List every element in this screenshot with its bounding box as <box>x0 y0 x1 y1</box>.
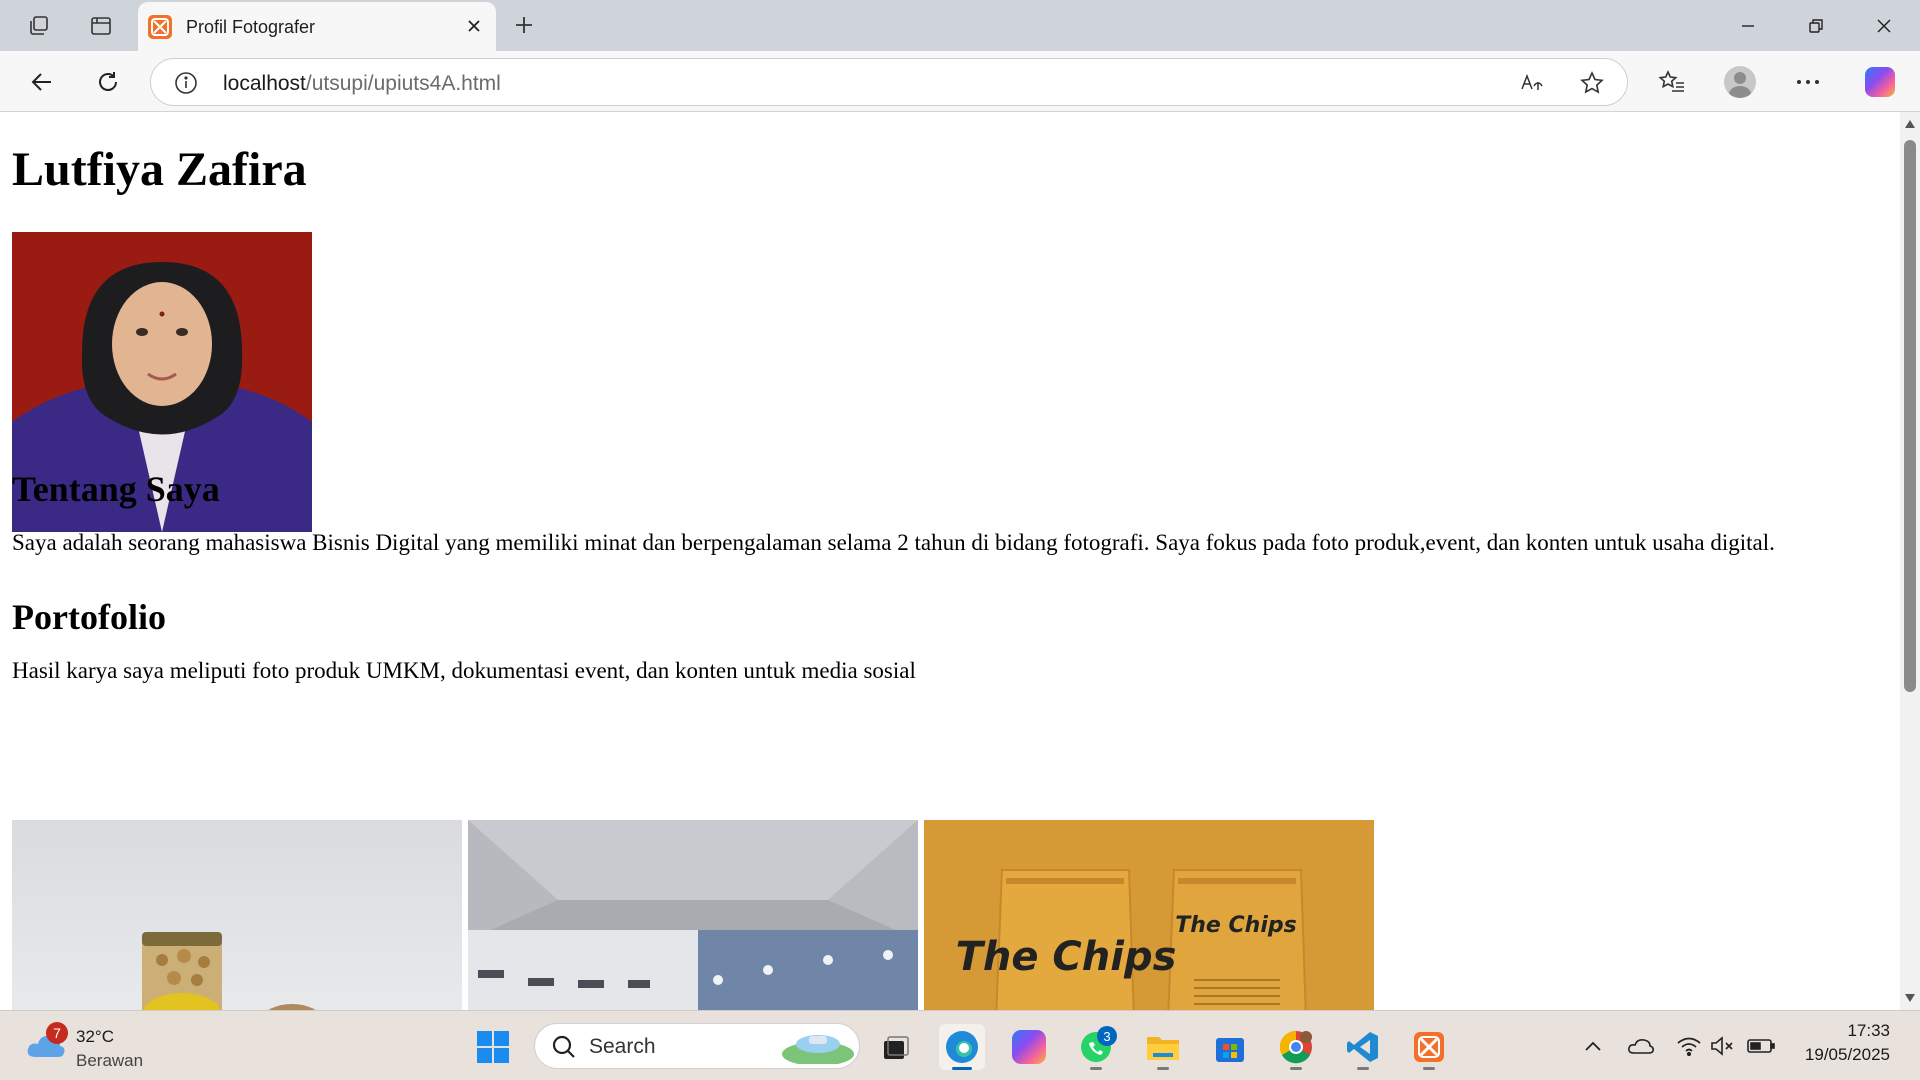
vscode-open-indicator <box>1357 1067 1369 1070</box>
read-aloud-translate-icon[interactable] <box>1517 68 1547 98</box>
file-explorer-taskbar-icon[interactable] <box>1140 1024 1186 1070</box>
explorer-open-indicator <box>1157 1067 1169 1070</box>
copilot-taskbar-icon[interactable] <box>1006 1024 1052 1070</box>
whatsapp-taskbar-icon[interactable]: 3 <box>1073 1024 1119 1070</box>
favorite-star-icon[interactable] <box>1577 68 1607 98</box>
scroll-thumb[interactable] <box>1904 140 1916 692</box>
new-tab-plus-icon[interactable] <box>508 8 540 42</box>
whatsapp-open-indicator <box>1090 1067 1102 1070</box>
minimize-icon[interactable] <box>1714 0 1782 51</box>
copilot-icon[interactable] <box>1860 62 1900 102</box>
close-window-icon[interactable] <box>1850 0 1918 51</box>
about-paragraph: Saya adalah seorang mahasiswa Bisnis Dig… <box>12 530 1775 555</box>
back-arrow-icon[interactable] <box>22 63 62 101</box>
xampp-open-indicator <box>1423 1067 1435 1070</box>
page-viewport: Lutfiya Zafira Tentang Saya Saya adalah … <box>0 112 1900 1010</box>
about-heading: Tentang Saya <box>12 469 220 509</box>
page-title: Lutfiya Zafira <box>12 143 307 196</box>
url-path: /utsupi/upiuts4A.html <box>305 72 501 95</box>
task-view-icon[interactable] <box>872 1024 918 1070</box>
restore-icon[interactable] <box>1782 0 1850 51</box>
tab-title: Profil Fotografer <box>186 17 316 37</box>
windows-taskbar: 7 32°C Berawan Search 3 17:33 19/05/2025 <box>0 1010 1920 1080</box>
whatsapp-unread-badge: 3 <box>1097 1026 1117 1046</box>
search-highlight-icon <box>782 1035 854 1064</box>
portfolio-chips-packaging-photo: The Chips The Chips <box>924 820 1374 1010</box>
search-icon <box>552 1035 575 1058</box>
address-bar[interactable]: localhost/utsupi/upiuts4A.html <box>150 58 1628 106</box>
chips-logo-label: The Chips <box>956 934 1177 980</box>
taskbar-search-box[interactable]: Search <box>534 1023 860 1069</box>
windows-start-icon[interactable] <box>470 1024 516 1070</box>
taskbar-clock-date[interactable]: 19/05/2025 <box>1790 1045 1890 1065</box>
tab-actions-icon[interactable] <box>84 10 118 42</box>
url-host: localhost <box>223 72 306 95</box>
tab-profil-fotografer[interactable]: Profil Fotografer <box>138 2 496 51</box>
xampp-favicon-icon <box>148 15 172 39</box>
favorites-list-icon[interactable] <box>1652 62 1692 102</box>
browser-toolbar: localhost/utsupi/upiuts4A.html <box>0 51 1920 112</box>
workspaces-icon[interactable] <box>22 10 56 42</box>
show-hidden-icons-chevron-icon[interactable] <box>1578 1031 1608 1061</box>
weather-widget[interactable]: 7 32°C Berawan <box>26 1017 156 1073</box>
profile-avatar-icon[interactable] <box>1720 62 1760 102</box>
chrome-taskbar-icon[interactable] <box>1273 1024 1319 1070</box>
url-text[interactable]: localhost/utsupi/upiuts4A.html <box>223 72 501 96</box>
edge-taskbar-icon[interactable] <box>939 1024 985 1070</box>
chips-logo-label-small: The Chips <box>1175 913 1296 938</box>
vscode-taskbar-icon[interactable] <box>1340 1024 1386 1070</box>
more-options-icon[interactable] <box>1788 62 1828 102</box>
weather-temperature: 32°C <box>76 1027 114 1046</box>
weather-description: Berawan <box>76 1051 144 1070</box>
browser-tab-bar: Profil Fotografer <box>0 0 1920 51</box>
site-info-icon[interactable] <box>173 70 199 96</box>
wifi-icon[interactable] <box>1674 1031 1704 1061</box>
edge-active-indicator <box>952 1067 972 1070</box>
refresh-icon[interactable] <box>88 63 128 101</box>
volume-muted-icon[interactable] <box>1708 1031 1738 1061</box>
portfolio-paragraph: Hasil karya saya meliputi foto produk UM… <box>12 658 916 683</box>
scroll-up-arrow-icon[interactable] <box>1904 118 1916 130</box>
scroll-down-arrow-icon[interactable] <box>1904 992 1916 1004</box>
onedrive-cloud-icon[interactable] <box>1626 1031 1656 1061</box>
weather-alert-badge: 7 <box>46 1022 68 1044</box>
profile-avatar <box>1724 66 1756 98</box>
tab-close-icon[interactable] <box>460 12 488 40</box>
page-scrollbar[interactable] <box>1900 112 1920 1010</box>
battery-icon[interactable] <box>1746 1031 1776 1061</box>
xampp-taskbar-icon[interactable] <box>1406 1024 1452 1070</box>
chrome-open-indicator <box>1290 1067 1302 1070</box>
portfolio-event-hall-photo <box>468 820 918 1010</box>
portfolio-product-jar-photo <box>12 820 462 1010</box>
search-placeholder: Search <box>589 1035 656 1058</box>
taskbar-clock-time[interactable]: 17:33 <box>1830 1021 1890 1041</box>
copilot-logo <box>1865 67 1895 97</box>
microsoft-store-taskbar-icon[interactable] <box>1207 1024 1253 1070</box>
portfolio-heading: Portofolio <box>12 597 166 637</box>
